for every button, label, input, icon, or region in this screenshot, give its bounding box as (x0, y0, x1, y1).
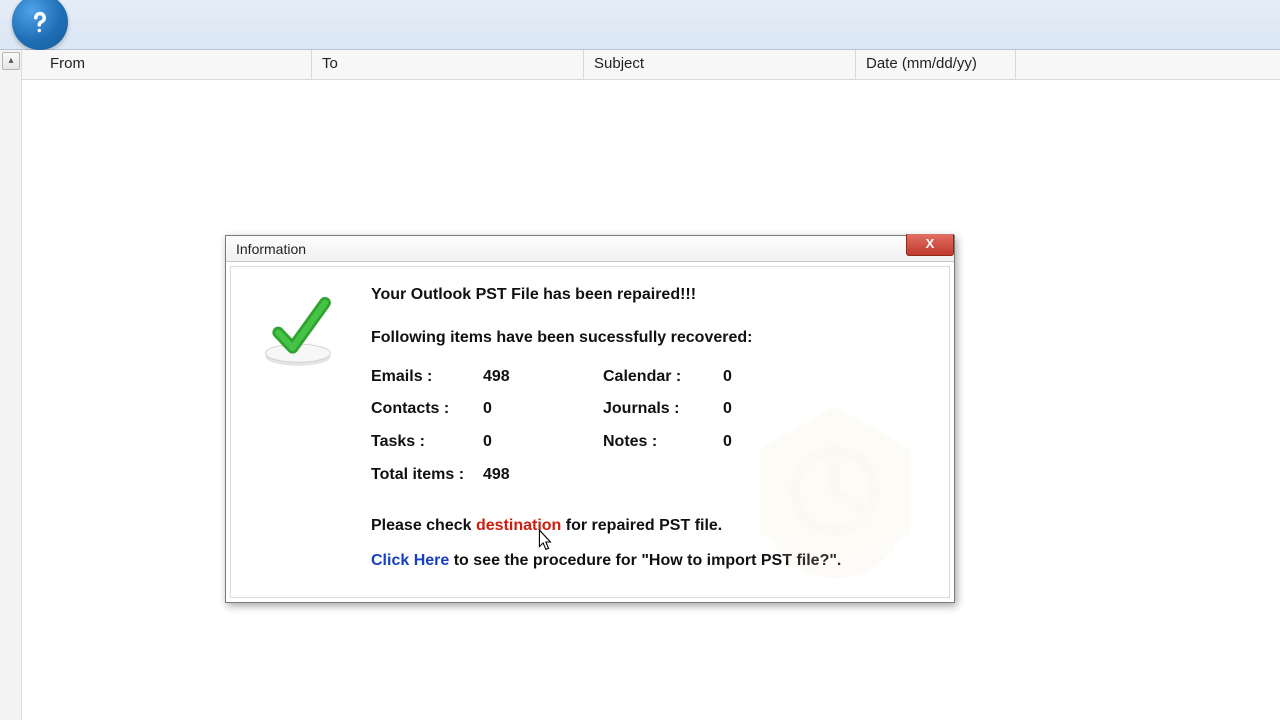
stat-contacts-value: 0 (483, 397, 603, 422)
column-header-from[interactable]: From (40, 50, 312, 79)
help-icon[interactable] (12, 0, 68, 50)
click-suffix: to see the procedure for "How to import … (454, 552, 842, 569)
column-header-checkbox[interactable] (22, 50, 40, 79)
stat-calendar-value: 0 (723, 365, 783, 390)
dialog-body: Your Outlook PST File has been repaired!… (230, 266, 950, 598)
stat-contacts-label: Contacts : (371, 397, 483, 422)
destination-line: Please check destination for repaired PS… (371, 514, 927, 539)
dest-prefix: Please check (371, 517, 476, 534)
stat-journals-label: Journals : (603, 397, 723, 422)
information-dialog: Information X Yo (225, 235, 955, 603)
stat-tasks-value: 0 (483, 430, 603, 455)
ribbon-bar (0, 0, 1280, 50)
stat-journals-value: 0 (723, 397, 783, 422)
workspace: ▴ From To Subject Date (mm/dd/yy) Inform… (0, 50, 1280, 720)
column-header-to[interactable]: To (312, 50, 584, 79)
dialog-title-text: Information (236, 241, 306, 257)
click-here-link[interactable]: Click Here (371, 552, 449, 569)
import-help-line: Click Here to see the procedure for "How… (371, 549, 927, 574)
stat-emails-label: Emails : (371, 365, 483, 390)
column-header-spacer (1016, 50, 1280, 79)
dialog-titlebar[interactable]: Information X (226, 236, 954, 262)
stat-tasks-label: Tasks : (371, 430, 483, 455)
stat-total-value: 498 (483, 463, 603, 488)
close-button[interactable]: X (906, 234, 954, 256)
stat-notes-value: 0 (723, 430, 783, 455)
stat-emails-value: 498 (483, 365, 603, 390)
stat-total-label: Total items : (371, 463, 483, 488)
success-icon (253, 283, 353, 383)
destination-link[interactable]: destination (476, 517, 561, 534)
stat-notes-label: Notes : (603, 430, 723, 455)
vertical-scrollbar[interactable]: ▴ (0, 50, 22, 720)
dialog-subheading: Following items have been sucessfully re… (371, 326, 927, 351)
stat-calendar-label: Calendar : (603, 365, 723, 390)
dialog-headline: Your Outlook PST File has been repaired!… (371, 283, 927, 308)
close-icon: X (926, 236, 935, 251)
column-header-date[interactable]: Date (mm/dd/yy) (856, 50, 1016, 79)
column-header-subject[interactable]: Subject (584, 50, 856, 79)
scroll-up-arrow[interactable]: ▴ (2, 52, 20, 70)
dest-suffix: for repaired PST file. (566, 517, 722, 534)
recovery-stats: Emails : 498 Calendar : 0 Contacts : 0 J… (371, 365, 927, 488)
column-headers: From To Subject Date (mm/dd/yy) (22, 50, 1280, 80)
